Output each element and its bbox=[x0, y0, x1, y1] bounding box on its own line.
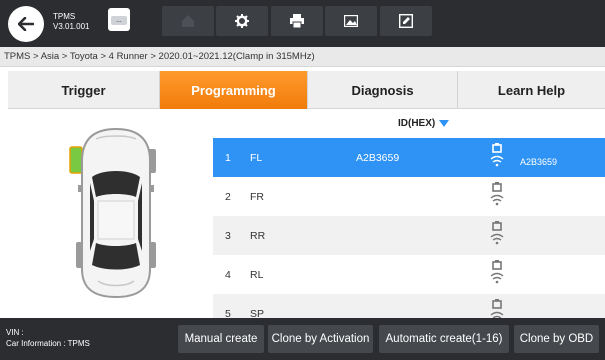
table-row[interactable]: 5 SP bbox=[213, 294, 605, 318]
screenshot-button[interactable] bbox=[325, 6, 377, 36]
sensor-signal-icon bbox=[490, 299, 504, 318]
app-version: V3.01.001 bbox=[53, 22, 90, 31]
sort-down-icon bbox=[439, 120, 450, 127]
row-index: 3 bbox=[225, 230, 231, 242]
row-position: RL bbox=[250, 269, 264, 281]
id-hex-header-label: ID(HEX) bbox=[398, 118, 436, 129]
row-index: 2 bbox=[225, 191, 231, 203]
gear-icon bbox=[235, 14, 249, 28]
sensor-signal-icon bbox=[490, 182, 504, 206]
manual-create-button[interactable]: Manual create bbox=[178, 325, 264, 353]
clone-by-activation-button[interactable]: Clone by Activation bbox=[268, 325, 373, 353]
back-button[interactable] bbox=[8, 6, 44, 42]
row-hex-id: A2B3659 bbox=[356, 152, 400, 164]
svg-text:---: --- bbox=[117, 19, 122, 25]
top-toolbar: TPMS V3.01.001 --- bbox=[0, 0, 605, 47]
row-index: 5 bbox=[225, 308, 231, 318]
sensor-signal-icon bbox=[490, 260, 504, 284]
row-position: FR bbox=[250, 191, 264, 203]
tpms-logo-icon: --- bbox=[108, 5, 130, 31]
vehicle-info: VIN : Car Information : TPMS bbox=[6, 327, 90, 349]
home-button[interactable] bbox=[162, 6, 214, 36]
row-position: FL bbox=[250, 152, 263, 164]
row-position: RR bbox=[250, 230, 266, 242]
edit-button[interactable] bbox=[380, 6, 432, 36]
settings-button[interactable] bbox=[216, 6, 268, 36]
row-index: 4 bbox=[225, 269, 231, 281]
tab-learn-help[interactable]: Learn Help bbox=[458, 71, 605, 109]
image-icon bbox=[344, 15, 358, 27]
main-content: ID(HEX) 1 FL A2B3659 A2B3659 2 FR 3 RR 4… bbox=[8, 109, 605, 318]
bottom-action-bar: VIN : Car Information : TPMS Manual crea… bbox=[0, 318, 605, 360]
print-icon bbox=[290, 14, 304, 28]
row-position: SP bbox=[250, 308, 265, 318]
table-row[interactable]: 4 RL bbox=[213, 255, 605, 294]
automatic-create-button[interactable]: Automatic create(1-16) bbox=[379, 325, 509, 353]
app-title: TPMS V3.01.001 bbox=[53, 12, 89, 32]
print-button[interactable] bbox=[271, 6, 323, 36]
sensor-table: ID(HEX) 1 FL A2B3659 A2B3659 2 FR 3 RR 4… bbox=[213, 109, 605, 318]
edit-icon bbox=[399, 14, 413, 28]
breadcrumb: TPMS > Asia > Toyota > 4 Runner > 2020.0… bbox=[0, 47, 605, 67]
car-diagram-panel bbox=[8, 109, 213, 318]
tab-bar: Trigger Programming Diagnosis Learn Help bbox=[8, 71, 605, 109]
table-row[interactable]: 2 FR bbox=[213, 177, 605, 216]
table-row[interactable]: 1 FL A2B3659 A2B3659 bbox=[213, 138, 605, 177]
app-name: TPMS bbox=[53, 12, 76, 21]
home-icon bbox=[182, 15, 194, 27]
back-arrow-icon bbox=[18, 17, 34, 31]
row-index: 1 bbox=[225, 152, 231, 164]
sensor-signal-icon bbox=[490, 143, 504, 167]
clone-by-obd-button[interactable]: Clone by OBD bbox=[514, 325, 599, 353]
car-information: Car Information : TPMS bbox=[6, 339, 90, 348]
row-sensor-id: A2B3659 bbox=[520, 157, 558, 167]
sensor-signal-icon bbox=[490, 221, 504, 245]
tab-trigger[interactable]: Trigger bbox=[8, 71, 160, 109]
id-hex-column-header[interactable]: ID(HEX) bbox=[398, 118, 450, 129]
tab-programming[interactable]: Programming bbox=[160, 71, 308, 109]
vin-label: VIN : bbox=[6, 328, 24, 337]
table-row[interactable]: 3 RR bbox=[213, 216, 605, 255]
car-top-view-image bbox=[69, 127, 156, 299]
tab-diagnosis[interactable]: Diagnosis bbox=[308, 71, 458, 109]
